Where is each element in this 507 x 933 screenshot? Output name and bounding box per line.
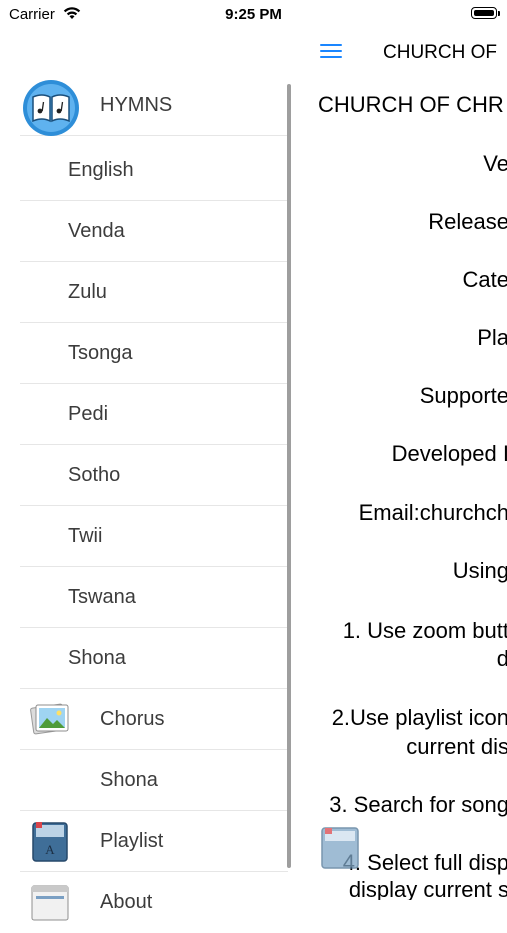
drawer-item-label: Pedi <box>68 403 109 425</box>
about-icon <box>30 882 70 922</box>
drawer-item-playlist[interactable]: A Playlist <box>20 811 288 872</box>
drawer-item-shona[interactable]: Shona <box>20 628 288 689</box>
nav-title: CHURCH OF <box>383 42 497 63</box>
playlist-book-icon: A <box>32 821 68 863</box>
content-release: Release <box>428 209 507 234</box>
content-instruction-4: 4. Select full disp <box>342 850 507 875</box>
content-email: Email:churchch <box>358 500 507 525</box>
drawer-item-venda[interactable]: Venda <box>20 201 288 262</box>
drawer-item-about[interactable]: About <box>20 872 288 933</box>
drawer-item-label: About <box>100 891 153 913</box>
drawer-item-chorus[interactable]: Chorus <box>20 689 288 750</box>
content-platform: Pla <box>477 325 507 350</box>
drawer-item-label: Shona <box>68 647 126 669</box>
drawer-item-label: Twii <box>68 525 103 547</box>
drawer-item-label: English <box>68 159 134 181</box>
battery-cap <box>498 11 500 16</box>
drawer-item-tswana[interactable]: Tswana <box>20 567 288 628</box>
svg-text:A: A <box>45 842 55 857</box>
drawer-item-pedi[interactable]: Pedi <box>20 384 288 445</box>
content-instruction-1: 1. Use zoom butt <box>342 618 507 643</box>
content-instruction-4-cont: display current s <box>348 877 507 900</box>
drawer-item-tsonga[interactable]: Tsonga <box>20 323 288 384</box>
drawer-item-label: Venda <box>68 220 125 242</box>
content-instruction-2: 2.Use playlist icon <box>331 705 507 730</box>
drawer-item-label: Shona <box>100 769 158 791</box>
status-bar: Carrier 9:25 PM <box>0 0 507 30</box>
main-content: CHURCH OF CHURCH OF CHR Ve Release Cate … <box>290 30 507 900</box>
content-title: CHURCH OF CHR <box>318 92 504 117</box>
drawer-item-twii[interactable]: Twii <box>20 506 288 567</box>
content-supported: Supporte <box>419 383 507 408</box>
menu-icon[interactable] <box>320 44 342 60</box>
content-instruction-3: 3. Search for song <box>329 792 507 817</box>
drawer-item-label: Tsonga <box>68 342 133 364</box>
drawer-header-label: HYMNS <box>100 94 173 116</box>
content-developed: Developed I <box>391 441 507 466</box>
drawer-item-label: Tswana <box>68 586 136 608</box>
drawer-edge-shadow <box>287 84 291 868</box>
content-using: Using <box>452 558 507 583</box>
photo-gallery-icon <box>30 700 70 738</box>
content-instruction-1-cont: d <box>496 646 507 671</box>
drawer-item-label: Zulu <box>68 281 107 303</box>
drawer-header-hymns[interactable]: HYMNS <box>20 75 288 136</box>
drawer-item-label: Sotho <box>68 464 121 486</box>
status-time: 9:25 PM <box>225 6 282 23</box>
side-drawer: HYMNS English Venda Zulu Tsonga Pedi Sot… <box>0 30 288 921</box>
drawer-item-english[interactable]: English <box>20 140 288 201</box>
hymn-book-icon <box>22 79 80 137</box>
drawer-item-label: Chorus <box>100 708 165 730</box>
battery-icon <box>471 7 497 19</box>
content-instruction-2-cont: current dis <box>406 734 507 759</box>
drawer-item-label: Playlist <box>100 830 164 852</box>
nav-bar: CHURCH OF <box>290 30 507 76</box>
floating-playlist-icon[interactable] <box>320 826 360 870</box>
drawer-item-chorus-shona[interactable]: Shona <box>20 750 288 811</box>
drawer-item-sotho[interactable]: Sotho <box>20 445 288 506</box>
drawer-item-zulu[interactable]: Zulu <box>20 262 288 323</box>
content-version: Ve <box>483 151 507 176</box>
content-category: Cate <box>462 267 507 292</box>
